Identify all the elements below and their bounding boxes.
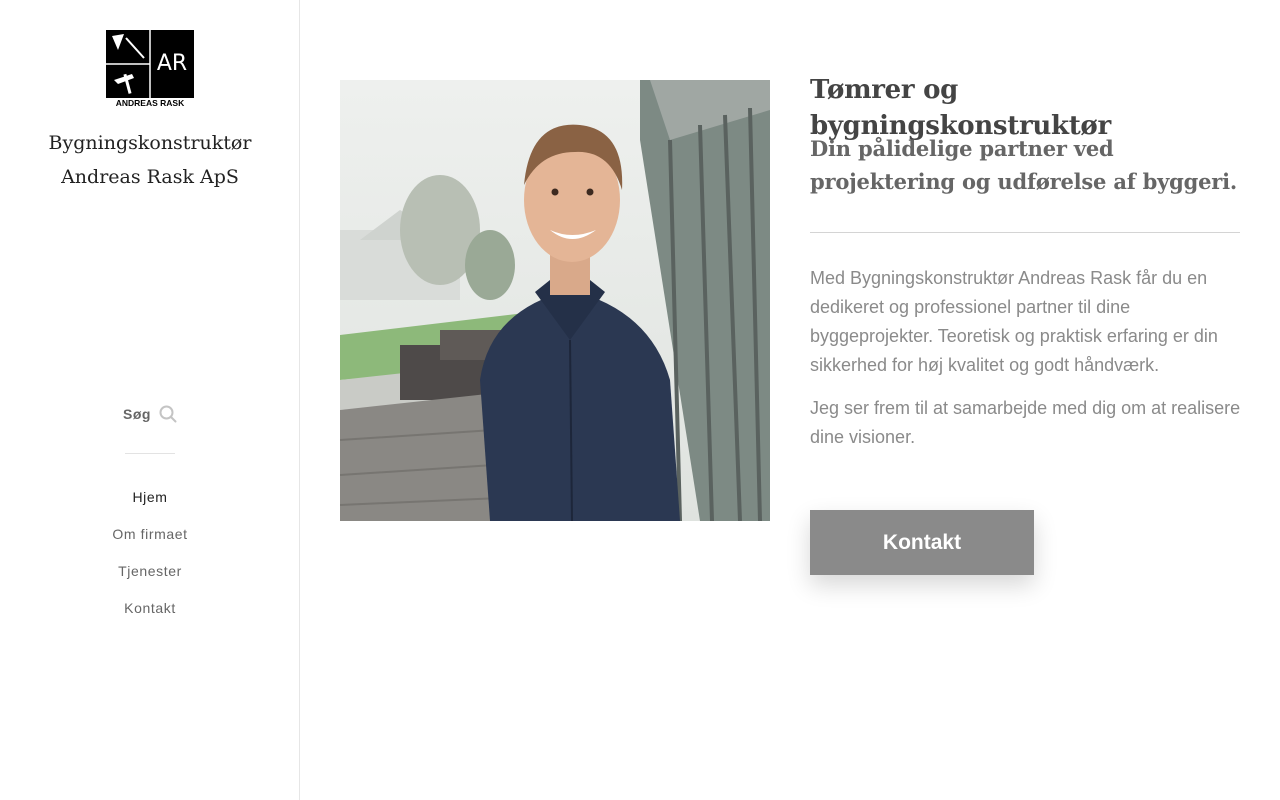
intro-paragraph: Med Bygningskonstruktør Andreas Rask får… [810,268,1218,375]
content-divider [810,232,1240,233]
logo-name: ANDREAS RASK [116,98,185,108]
nav-item-hjem[interactable]: Hjem [0,486,300,523]
nav-item-kontakt[interactable]: Kontakt [0,597,300,634]
page-subheadline: Din pålidelige partner ved projektering … [810,136,1238,194]
search-icon [159,405,177,423]
kontakt-button[interactable]: Kontakt [810,510,1034,575]
main-nav: Hjem Om firmaet Tjenester Kontakt [0,486,300,634]
site-title-line2: Andreas Rask ApS [61,166,239,188]
sidebar: AR ANDREAS RASK Bygningskonstruktør Andr… [0,0,300,800]
search-toggle[interactable]: Søg [0,402,300,426]
portrait-photo [340,80,770,521]
logo-monogram: AR [157,51,187,76]
nav-item-om-firmaet[interactable]: Om firmaet [0,523,300,560]
closing-paragraph: Jeg ser frem til at samarbejde med dig o… [810,398,1241,447]
sidebar-divider [125,453,175,454]
search-label: Søg [123,406,151,422]
site-title-line1: Bygningskonstruktør [48,132,252,154]
logo-icon[interactable]: AR ANDREAS RASK [106,30,194,110]
nav-item-tjenester[interactable]: Tjenester [0,560,300,597]
site-title[interactable]: Bygningskonstruktør Andreas Rask ApS [20,126,280,194]
